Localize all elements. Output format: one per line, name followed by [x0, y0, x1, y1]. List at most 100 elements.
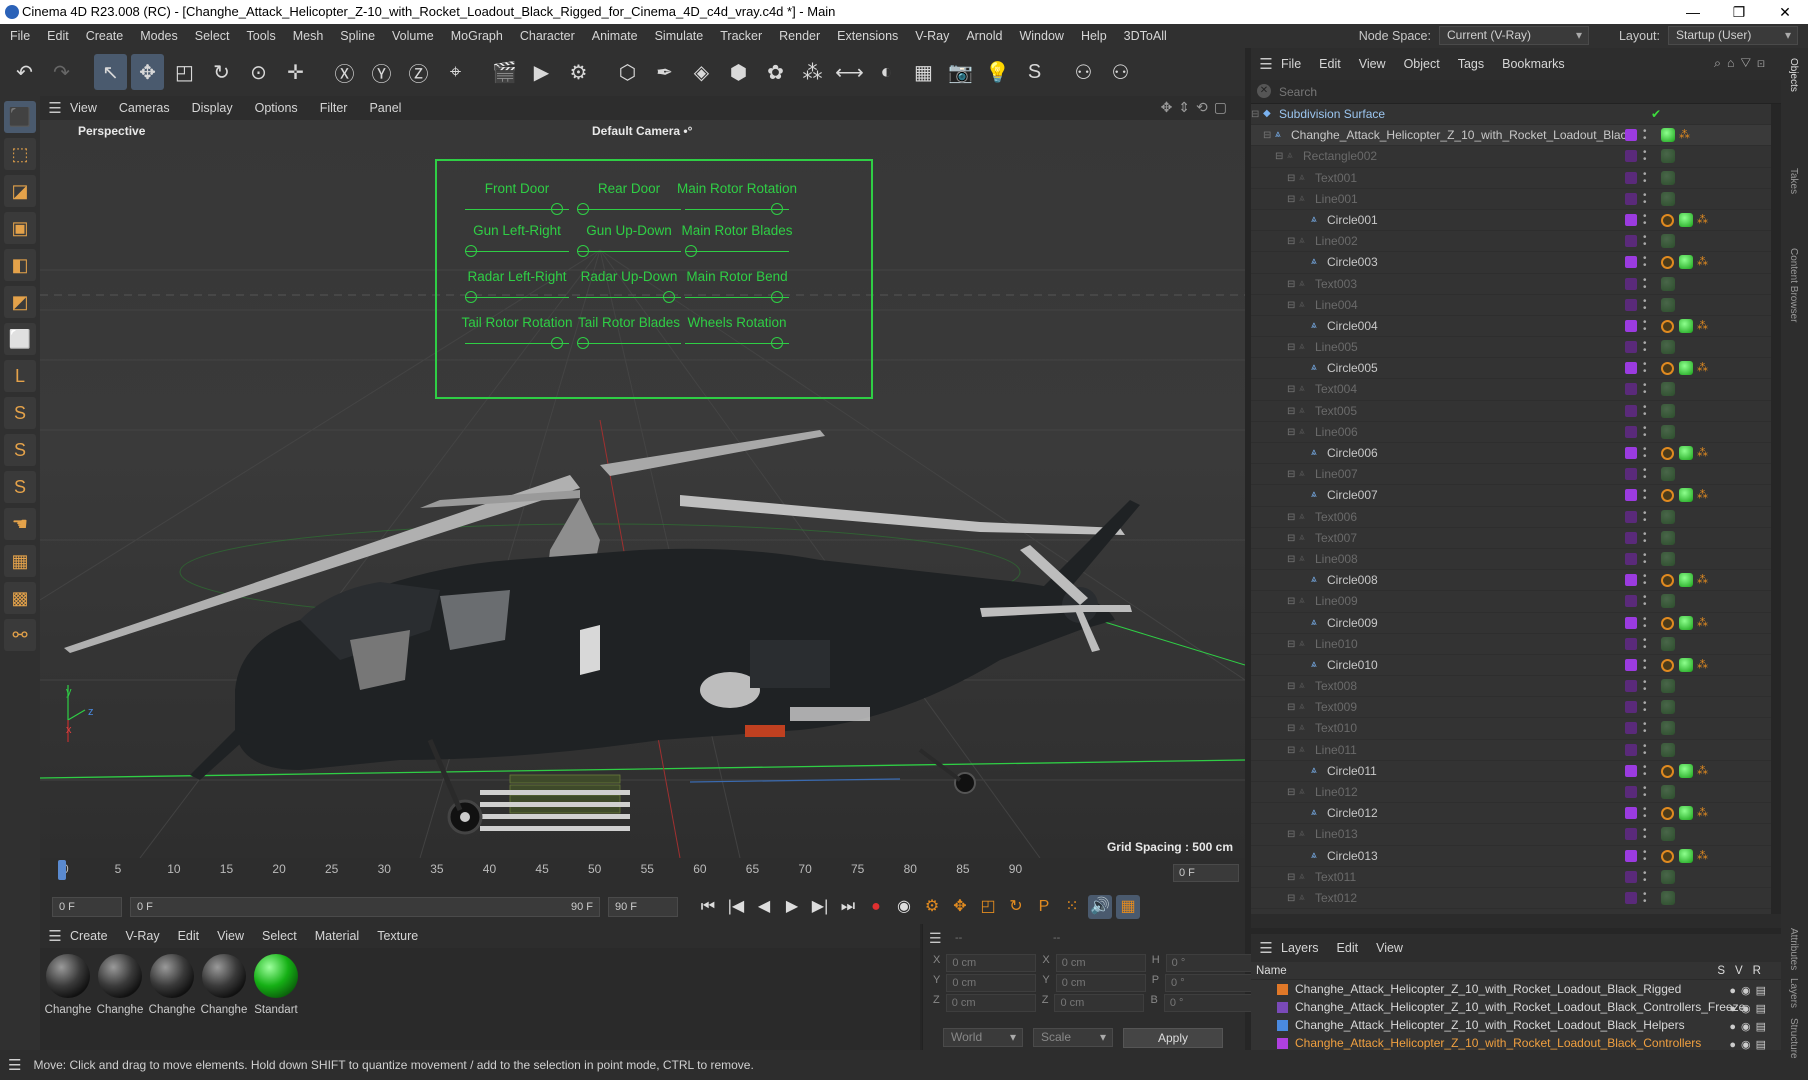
layer-color-tag[interactable]	[1625, 192, 1637, 205]
clear-search-icon[interactable]: ✕	[1257, 84, 1271, 98]
tree-fold-icon[interactable]: ⊟	[1251, 104, 1259, 125]
3d-viewport[interactable]: Perspective Default Camera •° y z x Fron…	[40, 120, 1245, 858]
visibility-dots[interactable]: • •	[1643, 254, 1647, 271]
move-icon[interactable]: ✥	[131, 54, 164, 90]
constraint-tag-icon[interactable]	[1661, 447, 1674, 460]
material-preview[interactable]	[46, 954, 90, 998]
layer-color-tag[interactable]	[1625, 341, 1637, 354]
material-tag-icon[interactable]	[1661, 890, 1675, 905]
layer-color-tag[interactable]	[1625, 574, 1637, 587]
layer-color-tag[interactable]	[1625, 722, 1637, 735]
rotate-key-icon[interactable]: ↻	[1004, 895, 1028, 919]
tree-fold-icon[interactable]: ⊟	[1287, 591, 1295, 612]
coord-field[interactable]: 0 cm	[1054, 994, 1145, 1012]
menu-file[interactable]: File	[10, 29, 30, 43]
visibility-dots[interactable]: • •	[1643, 360, 1647, 377]
go-end-button[interactable]: ⏭	[836, 895, 860, 919]
material-tag-icon[interactable]	[1661, 530, 1675, 545]
material-tag-icon[interactable]	[1661, 700, 1675, 715]
grid3-icon[interactable]: ⚯	[4, 619, 36, 651]
y-lock-icon[interactable]: Ⓨ	[365, 54, 398, 90]
workplane-icon[interactable]: L	[4, 360, 36, 392]
material-tag-icon[interactable]	[1679, 361, 1693, 376]
material-menu-material[interactable]: Material	[315, 929, 359, 943]
object-row[interactable]: ⊟ ⩓ Line006 • •	[1251, 422, 1771, 443]
menu-render[interactable]: Render	[779, 29, 820, 43]
control-slider-track[interactable]	[677, 244, 797, 258]
visibility-dots[interactable]: • •	[1643, 275, 1647, 292]
coord-field[interactable]: 0 cm	[1055, 974, 1146, 992]
keyframe-settings-icon[interactable]: ⚙	[920, 895, 944, 919]
layer-color-tag[interactable]	[1625, 213, 1637, 226]
visibility-dots[interactable]: • •	[1643, 678, 1647, 695]
material-item[interactable]: Changhe	[200, 954, 248, 1050]
visibility-dots[interactable]: • •	[1643, 720, 1647, 737]
menu-animate[interactable]: Animate	[592, 29, 638, 43]
material-tag-icon[interactable]	[1679, 615, 1693, 630]
light-icon[interactable]: 💡	[981, 54, 1014, 90]
layer-color-swatch[interactable]	[1277, 1038, 1288, 1049]
xpresso-tag-icon[interactable]: ⁂	[1679, 129, 1693, 141]
object-menu-file[interactable]: File	[1281, 57, 1301, 71]
layer-color-tag[interactable]	[1625, 489, 1637, 502]
material-tag-icon[interactable]	[1661, 149, 1675, 164]
material-tag-icon[interactable]	[1679, 763, 1693, 778]
control-slider-knob[interactable]	[550, 337, 563, 349]
undo-icon[interactable]: ↶	[8, 54, 41, 90]
playhead[interactable]	[58, 860, 66, 880]
viewport-camera-label[interactable]: Default Camera •°	[592, 124, 692, 138]
visibility-dots[interactable]: • •	[1643, 826, 1647, 843]
control-slider-track[interactable]	[677, 202, 797, 216]
viewport-nav-icons[interactable]: ✥⇕⟲▢	[1161, 99, 1233, 116]
coords-hamburger-icon[interactable]: ☰	[929, 930, 942, 947]
extrude-icon[interactable]: ⬢	[722, 54, 755, 90]
material-preview[interactable]	[254, 954, 298, 998]
menu-tracker[interactable]: Tracker	[720, 29, 762, 43]
xpresso-tag-icon[interactable]: ⁂	[1697, 489, 1711, 501]
layer-color-tag[interactable]	[1625, 849, 1637, 862]
viewport-menu-filter[interactable]: Filter	[320, 101, 348, 115]
script-icon[interactable]: ⚇	[1104, 54, 1137, 90]
axis-icon[interactable]: ✛	[279, 54, 312, 90]
xpresso-tag-icon[interactable]: ⁂	[1697, 362, 1711, 374]
layer-color-tag[interactable]	[1625, 383, 1637, 396]
pen-icon[interactable]: ✒	[648, 54, 681, 90]
visibility-dots[interactable]: • •	[1643, 889, 1647, 906]
tree-fold-icon[interactable]: ⊟	[1287, 464, 1295, 485]
param-key-icon[interactable]: P	[1032, 895, 1056, 919]
layer-row[interactable]: Changhe_Attack_Helicopter_Z_10_with_Rock…	[1251, 980, 1781, 998]
texture-mode-icon[interactable]: ◪	[4, 175, 36, 207]
object-row[interactable]: ⊟ ⩓ Line001 • •	[1251, 189, 1771, 210]
material-preview[interactable]	[202, 954, 246, 998]
control-slider-track[interactable]	[569, 336, 689, 350]
viewport-menu-view[interactable]: View	[70, 101, 97, 115]
side-tab-objects[interactable]: Objects	[1788, 58, 1799, 92]
visibility-dots[interactable]: • •	[1643, 190, 1647, 207]
rotate-icon[interactable]: ↻	[205, 54, 238, 90]
minimize-button[interactable]: —	[1670, 0, 1716, 24]
material-tag-icon[interactable]	[1661, 340, 1675, 355]
object-row[interactable]: ⩓ Circle009 • • ⁂	[1251, 613, 1771, 634]
object-row[interactable]: ⩓ Circle012 • • ⁂	[1251, 803, 1771, 825]
control-slider-knob[interactable]	[577, 245, 589, 257]
object-menu-object[interactable]: Object	[1404, 57, 1440, 71]
object-menu-bookmarks[interactable]: Bookmarks	[1502, 57, 1565, 71]
material-tag-icon[interactable]	[1661, 721, 1675, 736]
layer-color-tag[interactable]	[1625, 786, 1637, 798]
recent-icon[interactable]: ⊙	[242, 54, 275, 90]
tree-fold-icon[interactable]: ⊟	[1287, 676, 1295, 697]
model-mode-icon[interactable]: ⬚	[4, 138, 36, 170]
layers-menu-layers[interactable]: Layers	[1281, 941, 1319, 955]
object-row[interactable]: ⊟ ⩓ Rectangle002 • •	[1251, 146, 1771, 168]
layer-color-tag[interactable]	[1625, 807, 1637, 820]
start-frame-field[interactable]: 0 F	[52, 897, 122, 917]
layer-color-tag[interactable]	[1625, 447, 1637, 459]
material-tag-icon[interactable]	[1661, 297, 1675, 312]
object-row[interactable]: ⊟ ⩓ Text006 • •	[1251, 507, 1771, 528]
material-tag-icon[interactable]	[1661, 191, 1675, 206]
material-tag-icon[interactable]	[1661, 467, 1675, 482]
tree-fold-icon[interactable]: ⊟	[1287, 168, 1295, 189]
visibility-dots[interactable]: • •	[1643, 508, 1647, 525]
coord-field[interactable]: 0 cm	[1055, 954, 1146, 972]
material-tag-icon[interactable]	[1679, 848, 1693, 863]
